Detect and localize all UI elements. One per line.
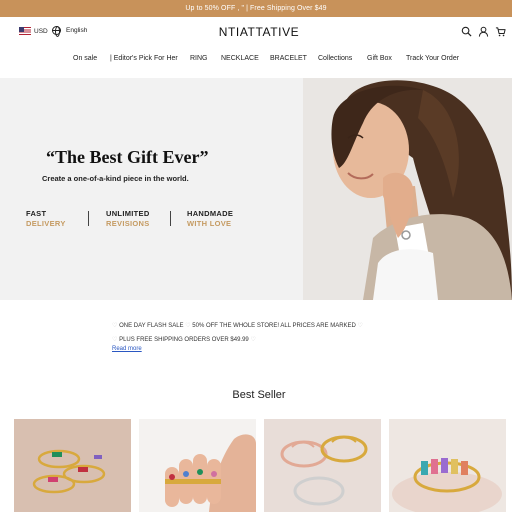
heart-icon: ♡ bbox=[357, 323, 363, 329]
product-image bbox=[139, 419, 256, 512]
product-card-1[interactable] bbox=[14, 419, 131, 512]
feature-divider bbox=[88, 211, 89, 226]
feature-handmade: HANDMADE WITH LOVE bbox=[187, 209, 234, 228]
heart-icon: ♡ bbox=[185, 323, 191, 329]
product-image bbox=[264, 419, 381, 512]
header: USD English NTIATTATIVE bbox=[0, 17, 512, 47]
promo-line-2: ♡ PLUS FREE SHIPPING ORDERS OVER $49.99 … bbox=[112, 337, 256, 343]
announcement-text: Up to 50% OFF , " | Free Shipping Over $… bbox=[185, 5, 327, 12]
heart-icon: ♡ bbox=[112, 337, 118, 343]
user-icon[interactable] bbox=[478, 26, 489, 37]
product-card-4[interactable] bbox=[389, 419, 506, 512]
hero-subtitle: Create a one-of-a-kind piece in the worl… bbox=[42, 174, 189, 183]
product-image bbox=[14, 419, 131, 512]
read-more-link[interactable]: Read more bbox=[112, 346, 142, 352]
announcement-bar: Up to 50% OFF , " | Free Shipping Over $… bbox=[0, 0, 512, 17]
nav-item-editors-pick[interactable]: | Editor's Pick For Her bbox=[110, 55, 178, 62]
nav-item-gift-box[interactable]: Gift Box bbox=[367, 55, 392, 62]
feature-fast-delivery: FAST DELIVERY bbox=[26, 209, 66, 228]
product-image bbox=[389, 419, 506, 512]
nav-item-ring[interactable]: RING bbox=[190, 55, 208, 62]
feature-unlimited-revisions: UNLIMITED REVISIONS bbox=[106, 209, 150, 228]
feature-divider bbox=[170, 211, 171, 226]
cart-icon[interactable] bbox=[495, 26, 506, 37]
best-seller-title: Best Seller bbox=[232, 389, 286, 401]
promo-line-1: ♡ ONE DAY FLASH SALE ♡ 50% OFF THE WHOLE… bbox=[112, 323, 363, 329]
hero-title: “The Best Gift Ever” bbox=[46, 147, 209, 167]
promo-text: ♡ ONE DAY FLASH SALE ♡ 50% OFF THE WHOLE… bbox=[112, 319, 363, 347]
heart-icon: ♡ bbox=[250, 337, 256, 343]
product-card-2[interactable] bbox=[139, 419, 256, 512]
search-icon[interactable] bbox=[461, 26, 472, 37]
main-nav: On sale | Editor's Pick For Her RING NEC… bbox=[0, 55, 512, 69]
nav-item-bracelet[interactable]: BRACELET bbox=[270, 55, 307, 62]
heart-icon: ♡ bbox=[112, 323, 118, 329]
nav-item-necklace[interactable]: NECKLACE bbox=[221, 55, 259, 62]
site-logo[interactable]: NTIATTATIVE bbox=[0, 25, 512, 39]
product-card-3[interactable] bbox=[264, 419, 381, 512]
nav-item-track-order[interactable]: Track Your Order bbox=[406, 55, 459, 62]
nav-item-on-sale[interactable]: On sale bbox=[73, 55, 97, 62]
hero-model-image bbox=[303, 78, 512, 300]
nav-item-collections[interactable]: Collections bbox=[318, 55, 352, 62]
hero-banner[interactable]: “The Best Gift Ever” Create a one-of-a-k… bbox=[0, 78, 512, 300]
